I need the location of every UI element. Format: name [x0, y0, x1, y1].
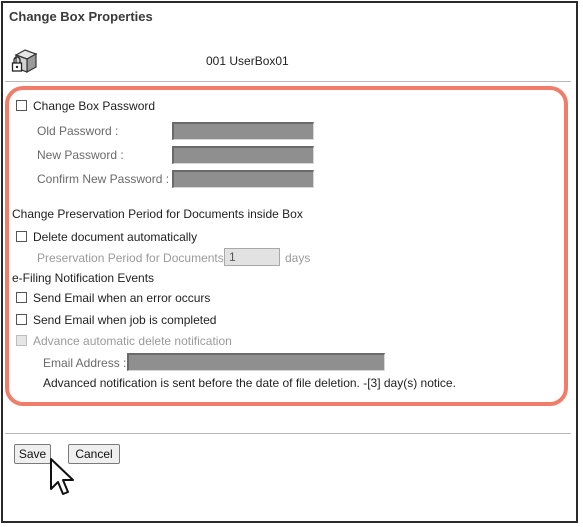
email-completed-label: Send Email when job is completed — [33, 313, 217, 327]
new-password-field[interactable] — [172, 146, 314, 164]
bottom-divider — [5, 433, 571, 434]
notification-section-label: e-Filing Notification Events — [12, 271, 155, 285]
confirm-password-field[interactable] — [172, 170, 314, 188]
change-password-checkbox[interactable] — [16, 100, 27, 111]
email-address-field[interactable] — [127, 353, 385, 371]
email-address-label: Email Address : — [43, 356, 127, 370]
advance-delete-checkbox[interactable] — [16, 335, 27, 346]
locked-box-icon — [11, 49, 38, 74]
old-password-field[interactable] — [172, 122, 314, 140]
new-password-label: New Password : — [37, 148, 124, 162]
confirm-password-label: Confirm New Password : — [37, 172, 170, 186]
delete-auto-checkbox[interactable] — [16, 231, 27, 242]
email-error-label: Send Email when an error occurs — [33, 291, 211, 305]
old-password-label: Old Password : — [37, 124, 119, 138]
preservation-section-label: Change Preservation Period for Documents… — [12, 207, 303, 221]
advance-delete-label: Advance automatic delete notification — [33, 334, 232, 348]
save-button[interactable]: Save — [14, 444, 51, 464]
delete-auto-label: Delete document automatically — [33, 230, 198, 244]
preservation-period-input[interactable]: 1 — [224, 248, 280, 266]
advance-notification-note: Advanced notification is sent before the… — [43, 376, 456, 390]
page-title: Change Box Properties — [9, 9, 153, 24]
email-error-checkbox[interactable] — [16, 292, 27, 303]
change-password-label: Change Box Password — [33, 99, 156, 113]
email-completed-checkbox[interactable] — [16, 314, 27, 325]
preservation-period-label: Preservation Period for Documents : — [37, 251, 231, 265]
box-name: 001 UserBox01 — [206, 54, 289, 68]
preservation-period-unit: days — [285, 251, 311, 265]
mouse-pointer-icon — [50, 458, 74, 495]
top-divider — [5, 81, 571, 82]
